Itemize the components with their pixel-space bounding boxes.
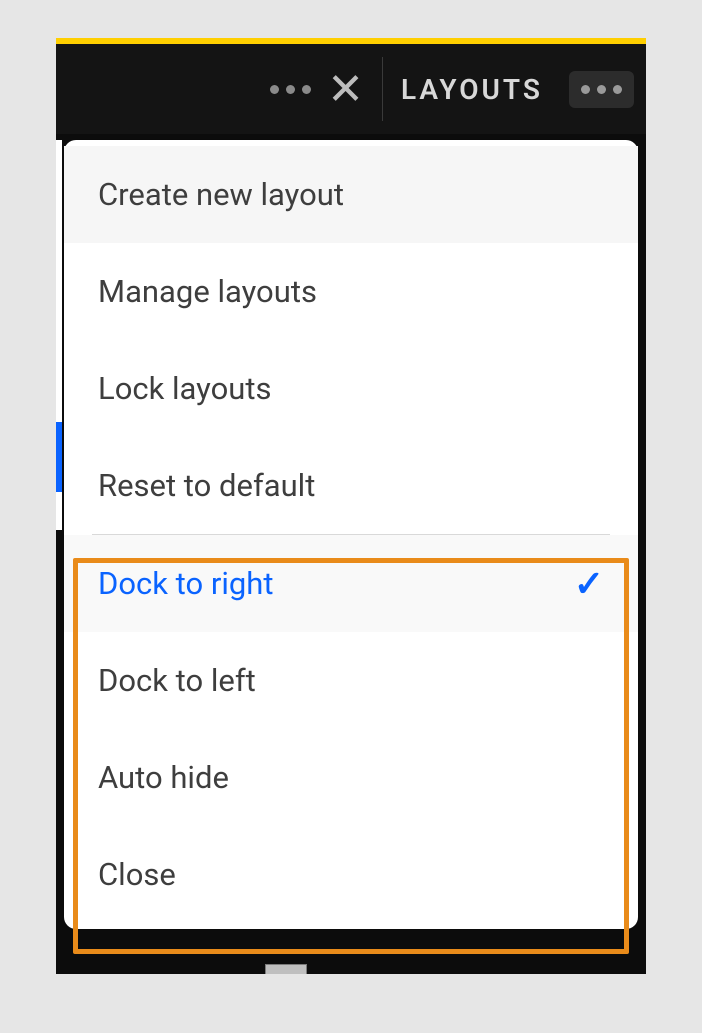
more-icon <box>581 85 622 94</box>
menu-dock-to-left[interactable]: Dock to left <box>64 632 638 729</box>
menu-auto-hide[interactable]: Auto hide <box>64 729 638 826</box>
layouts-dropdown: Create new layout Manage layouts Lock la… <box>64 140 638 929</box>
side-strip <box>56 134 62 974</box>
menu-item-label: Reset to default <box>98 467 315 504</box>
menu-item-label: Lock layouts <box>98 370 272 407</box>
resize-handle[interactable] <box>265 964 307 974</box>
menu-dock-to-right[interactable]: Dock to right ✓ <box>64 535 638 632</box>
menu-lock-layouts[interactable]: Lock layouts <box>64 340 638 437</box>
panel-title: LAYOUTS <box>383 73 561 106</box>
menu-item-label: Manage layouts <box>98 273 317 310</box>
layouts-panel: ✕ LAYOUTS Create new layout Manage layou… <box>56 38 646 974</box>
panel-body: Create new layout Manage layouts Lock la… <box>56 134 646 974</box>
menu-reset-default[interactable]: Reset to default <box>64 437 638 534</box>
checkmark-icon: ✓ <box>574 563 604 605</box>
menu-manage-layouts[interactable]: Manage layouts <box>64 243 638 340</box>
more-icon[interactable] <box>270 85 311 94</box>
menu-item-label: Dock to right <box>98 565 274 602</box>
menu-item-label: Close <box>98 856 176 893</box>
layouts-menu-button[interactable] <box>569 71 634 108</box>
panel-header: ✕ LAYOUTS <box>56 38 646 134</box>
menu-close[interactable]: Close <box>64 826 638 923</box>
menu-item-label: Create new layout <box>98 176 344 213</box>
header-left-controls: ✕ <box>270 44 382 134</box>
menu-create-new-layout[interactable]: Create new layout <box>64 146 638 243</box>
menu-item-label: Dock to left <box>98 662 256 699</box>
close-icon[interactable]: ✕ <box>327 67 364 111</box>
menu-item-label: Auto hide <box>98 759 229 796</box>
